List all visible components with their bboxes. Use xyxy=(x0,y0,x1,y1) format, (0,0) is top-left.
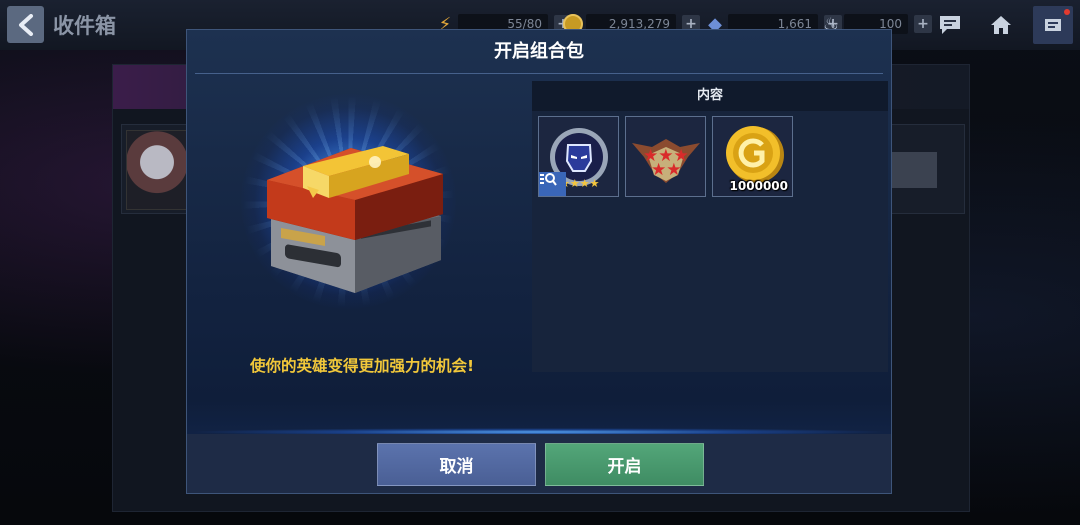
magnify-icon xyxy=(540,173,557,186)
promo-text: 使你的英雄变得更加强力的机会! xyxy=(249,357,475,375)
title-divider xyxy=(195,73,883,74)
avatar xyxy=(126,130,188,210)
rank-stars-icon: ★★★ ★★ xyxy=(626,117,705,196)
chat-icon xyxy=(940,16,960,34)
cancel-button[interactable]: 取消 xyxy=(377,443,536,486)
dialog-footer xyxy=(187,434,891,493)
inspect-button[interactable] xyxy=(539,172,566,196)
svg-text:★★: ★★ xyxy=(651,160,681,180)
content-item-slot[interactable]: ★★★ ★★ xyxy=(625,116,706,197)
add-flame-button[interactable]: + xyxy=(914,15,932,33)
chat-button[interactable] xyxy=(934,9,966,41)
contents-header: 内容 xyxy=(532,81,888,111)
chevron-left-icon xyxy=(18,13,33,36)
item-quantity: 1000000 xyxy=(729,179,788,193)
home-icon xyxy=(991,16,1011,34)
back-button[interactable] xyxy=(7,6,44,43)
contents-panel: 内容 ★★★★ ★★★ ★★ 1000000 xyxy=(532,81,888,372)
menu-button[interactable] xyxy=(1033,6,1073,44)
screen-title: 收件箱 xyxy=(53,14,116,38)
inbox-card-button xyxy=(885,152,937,188)
menu-icon xyxy=(1045,19,1061,31)
home-button[interactable] xyxy=(985,9,1017,41)
notification-dot xyxy=(1064,9,1070,15)
open-bundle-dialog: 开启组合包 使你的英雄变得更加强力的机会! 内容 ★★★★ ★★★ ★★ 100… xyxy=(186,29,892,494)
content-item-slot[interactable]: 1000000 xyxy=(712,116,793,197)
treasure-chest-icon xyxy=(267,146,443,293)
content-item-slot[interactable]: ★★★★ xyxy=(538,116,619,197)
dialog-title: 开启组合包 xyxy=(494,41,584,62)
open-button[interactable]: 开启 xyxy=(545,443,704,486)
